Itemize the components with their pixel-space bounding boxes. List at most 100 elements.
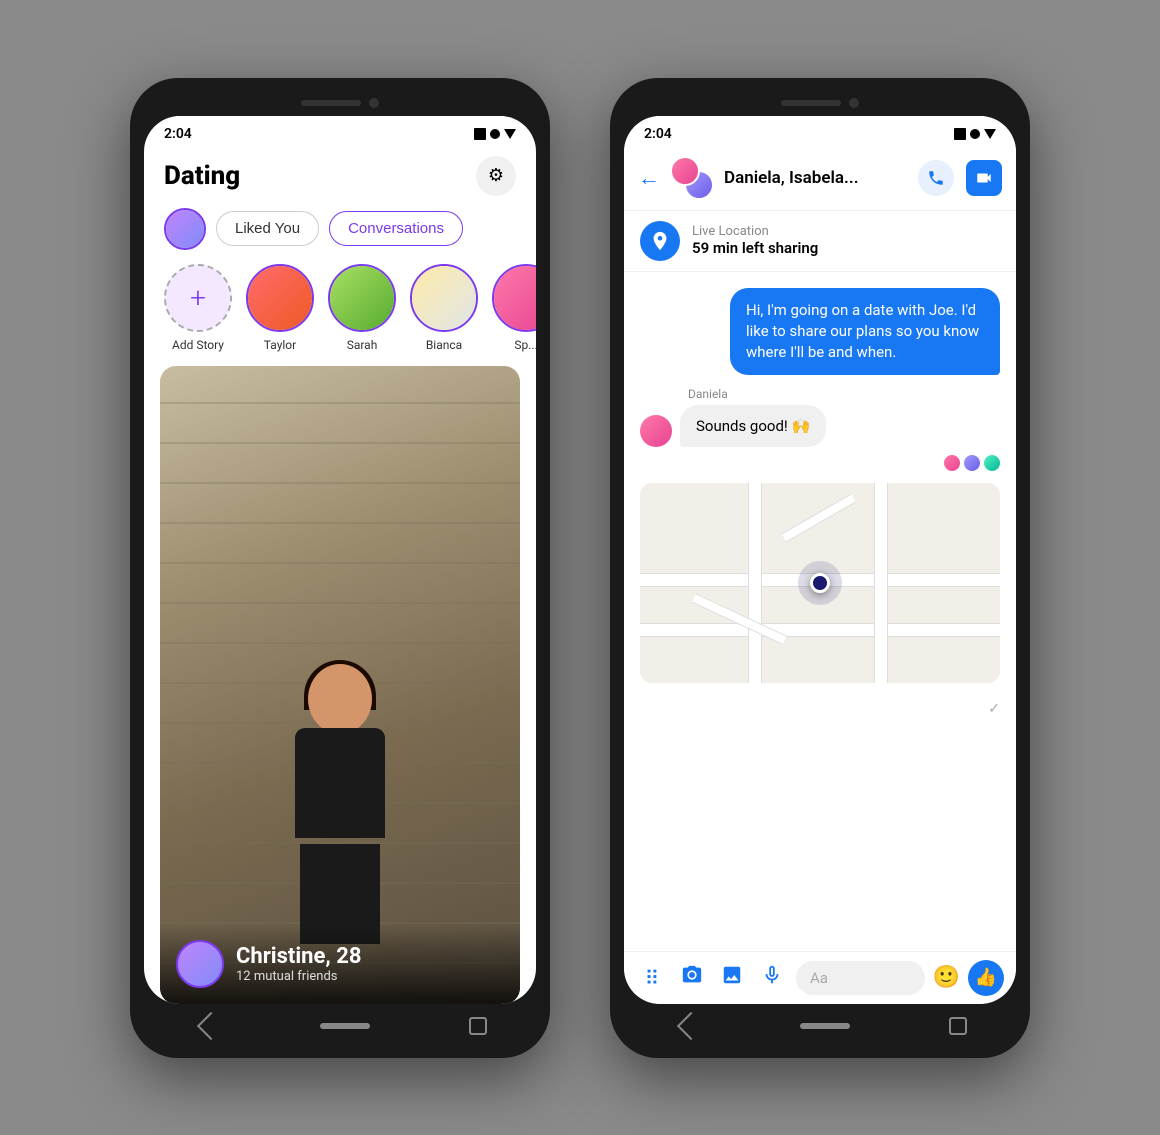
bianca-label: Bianca bbox=[426, 338, 462, 352]
left-phone-top-bar bbox=[144, 92, 536, 116]
sent-message: Hi, I'm going on a date with Joe. I'd li… bbox=[730, 288, 1000, 375]
sarah-label: Sarah bbox=[347, 338, 378, 352]
add-story-circle[interactable]: + bbox=[164, 264, 232, 332]
messenger-header: ← Daniela, Isabela... bbox=[624, 148, 1016, 211]
road-h2 bbox=[640, 623, 1000, 637]
sp-avatar bbox=[494, 266, 536, 330]
daniela-avatar bbox=[640, 415, 672, 447]
story-sp[interactable]: Sp... bbox=[492, 264, 536, 352]
received-message-group: Daniela Sounds good! 🙌 bbox=[640, 387, 1000, 447]
profile-card[interactable]: Christine, 28 12 mutual friends bbox=[160, 366, 520, 1004]
receipt-avatar-2 bbox=[964, 455, 980, 471]
taylor-avatar bbox=[248, 266, 312, 330]
road-v2 bbox=[874, 483, 888, 683]
header-avatar-daniela bbox=[670, 156, 700, 186]
status-time-left: 2:04 bbox=[164, 126, 192, 142]
person-illustration bbox=[160, 366, 520, 1004]
dating-header: Dating ⚙ bbox=[144, 148, 536, 208]
received-message-row: Sounds good! 🙌 bbox=[640, 405, 1000, 447]
call-button[interactable] bbox=[918, 160, 954, 196]
road-diag1 bbox=[782, 493, 856, 542]
apps-icon[interactable]: ⠿ bbox=[636, 966, 668, 990]
road-v1 bbox=[748, 483, 762, 683]
nav-home-button-right[interactable] bbox=[800, 1023, 850, 1029]
camera-dot bbox=[369, 98, 379, 108]
taylor-circle[interactable] bbox=[246, 264, 314, 332]
profile-mini-avatar bbox=[176, 940, 224, 988]
road-diag2 bbox=[692, 593, 787, 644]
settings-button[interactable]: ⚙ bbox=[476, 156, 516, 196]
battery-icon-right bbox=[954, 128, 966, 140]
sarah-avatar bbox=[330, 266, 394, 330]
camera-icon[interactable] bbox=[676, 964, 708, 991]
live-location-banner[interactable]: Live Location 59 min left sharing bbox=[624, 211, 1016, 272]
dating-content: Dating ⚙ Liked You Conversations + bbox=[144, 148, 536, 1004]
message-sender-label: Daniela bbox=[688, 387, 1000, 401]
plus-icon: + bbox=[190, 281, 206, 314]
read-receipts bbox=[640, 455, 1000, 471]
right-phone-nav bbox=[624, 1004, 1016, 1044]
battery-icon bbox=[474, 128, 486, 140]
status-icons-left bbox=[474, 128, 516, 140]
sp-label: Sp... bbox=[514, 338, 536, 352]
signal-icon-right bbox=[970, 129, 980, 139]
location-text: Live Location 59 min left sharing bbox=[692, 224, 1000, 257]
right-phone-screen: 2:04 ← Daniela, Isabela... bbox=[624, 116, 1016, 1004]
map-background bbox=[640, 483, 1000, 683]
left-phone-screen: 2:04 Dating ⚙ Liked You Conversations bbox=[144, 116, 536, 1004]
dating-tabs: Liked You Conversations bbox=[144, 208, 536, 264]
story-bianca[interactable]: Bianca bbox=[410, 264, 478, 352]
status-bar-left: 2:04 bbox=[144, 116, 536, 148]
photo-icon[interactable] bbox=[716, 964, 748, 991]
right-phone-top-bar bbox=[624, 92, 1016, 116]
checkmark-read: ✓ bbox=[640, 701, 1000, 717]
add-story-label: Add Story bbox=[172, 338, 224, 352]
story-add[interactable]: + Add Story bbox=[164, 264, 232, 352]
story-sarah[interactable]: Sarah bbox=[328, 264, 396, 352]
sp-circle[interactable] bbox=[492, 264, 536, 332]
nav-recents-button-right[interactable] bbox=[949, 1017, 967, 1035]
back-button[interactable]: ← bbox=[638, 165, 660, 191]
status-icons-right bbox=[954, 128, 996, 140]
liked-you-avatar[interactable] bbox=[164, 208, 206, 250]
profile-mutual: 12 mutual friends bbox=[236, 969, 504, 984]
chat-area: Hi, I'm going on a date with Joe. I'd li… bbox=[624, 272, 1016, 951]
person-body bbox=[295, 728, 385, 838]
bianca-avatar bbox=[412, 266, 476, 330]
conversation-name[interactable]: Daniela, Isabela... bbox=[724, 168, 908, 188]
tab-conversations[interactable]: Conversations bbox=[329, 211, 463, 246]
map-container[interactable] bbox=[640, 483, 1000, 683]
wifi-icon-right bbox=[984, 129, 996, 139]
header-actions bbox=[918, 160, 1002, 196]
profile-info: Christine, 28 12 mutual friends bbox=[160, 924, 520, 1004]
received-message: Sounds good! 🙌 bbox=[680, 405, 826, 447]
profile-name: Christine, 28 bbox=[236, 944, 504, 969]
taylor-label: Taylor bbox=[264, 338, 296, 352]
mic-icon[interactable] bbox=[756, 964, 788, 991]
emoji-button[interactable]: 🙂 bbox=[933, 965, 960, 990]
nav-back-button[interactable] bbox=[197, 1011, 225, 1039]
wifi-icon bbox=[504, 129, 516, 139]
stories-row: + Add Story Taylor Sarah bbox=[144, 264, 536, 366]
receipt-avatar-3 bbox=[984, 455, 1000, 471]
status-bar-right: 2:04 bbox=[624, 116, 1016, 148]
live-location-title: Live Location bbox=[692, 224, 1000, 239]
profile-text: Christine, 28 12 mutual friends bbox=[236, 944, 504, 984]
sarah-circle[interactable] bbox=[328, 264, 396, 332]
speaker-grille bbox=[301, 100, 361, 106]
story-taylor[interactable]: Taylor bbox=[246, 264, 314, 352]
live-location-subtitle: 59 min left sharing bbox=[692, 239, 1000, 257]
tab-liked-you[interactable]: Liked You bbox=[216, 211, 319, 246]
speaker-grille-right bbox=[781, 100, 841, 106]
video-call-button[interactable] bbox=[966, 160, 1002, 196]
message-input[interactable]: Aa bbox=[796, 961, 925, 995]
dating-title: Dating bbox=[164, 161, 240, 191]
bianca-circle[interactable] bbox=[410, 264, 478, 332]
nav-home-button[interactable] bbox=[320, 1023, 370, 1029]
thumbs-up-button[interactable]: 👍 bbox=[968, 960, 1004, 996]
status-time-right: 2:04 bbox=[644, 126, 672, 142]
chat-input-bar: ⠿ Aa 🙂 👍 bbox=[624, 951, 1016, 1004]
nav-recents-button[interactable] bbox=[469, 1017, 487, 1035]
nav-back-button-right[interactable] bbox=[677, 1011, 705, 1039]
left-phone-nav bbox=[144, 1004, 536, 1044]
